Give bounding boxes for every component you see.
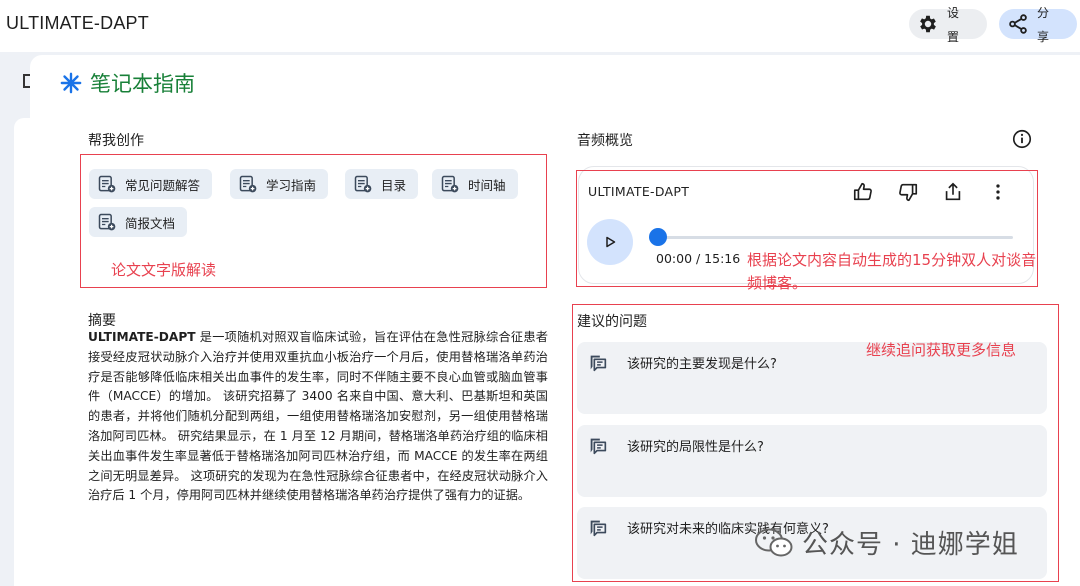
sparkle-icon [60,72,82,94]
top-bar: ULTIMATE-DAPT 设 置 分 享 [0,0,1080,52]
audio-section-label: 音频概览 [577,133,633,149]
watermark-text: 公众号 · 迪娜学姐 [802,530,1019,560]
annotation-audio: 根据论文内容自动生成的15分钟双人对谈音频博客。 [747,251,1037,292]
share-button[interactable]: 分 享 [999,6,1077,44]
app-title: ULTIMATE-DAPT [6,13,149,33]
settings-button[interactable]: 设 置 [909,6,987,44]
guide-title: 笔记本指南 [90,72,195,96]
wechat-icon [755,528,793,556]
watermark: 公众号 · 迪娜学姐 [754,524,1019,561]
summary-title: 摘要 [88,313,116,329]
guide-header: 笔记本指南 [60,68,195,98]
annotation-questions: 继续追问获取更多信息 [866,341,1017,359]
annotation-create: 论文文字版解读 [111,261,217,279]
gear-icon [920,15,936,33]
info-icon[interactable] [1011,128,1033,150]
summary-text: ULTIMATE-DAPT 是一项随机对照双盲临床试验，旨在评估在急性冠脉综合征… [88,330,548,503]
share-icon [1009,14,1027,34]
create-section-label: 帮我创作 [88,133,144,149]
share-label: 分 享 [1036,6,1049,44]
settings-label: 设 置 [946,6,959,44]
